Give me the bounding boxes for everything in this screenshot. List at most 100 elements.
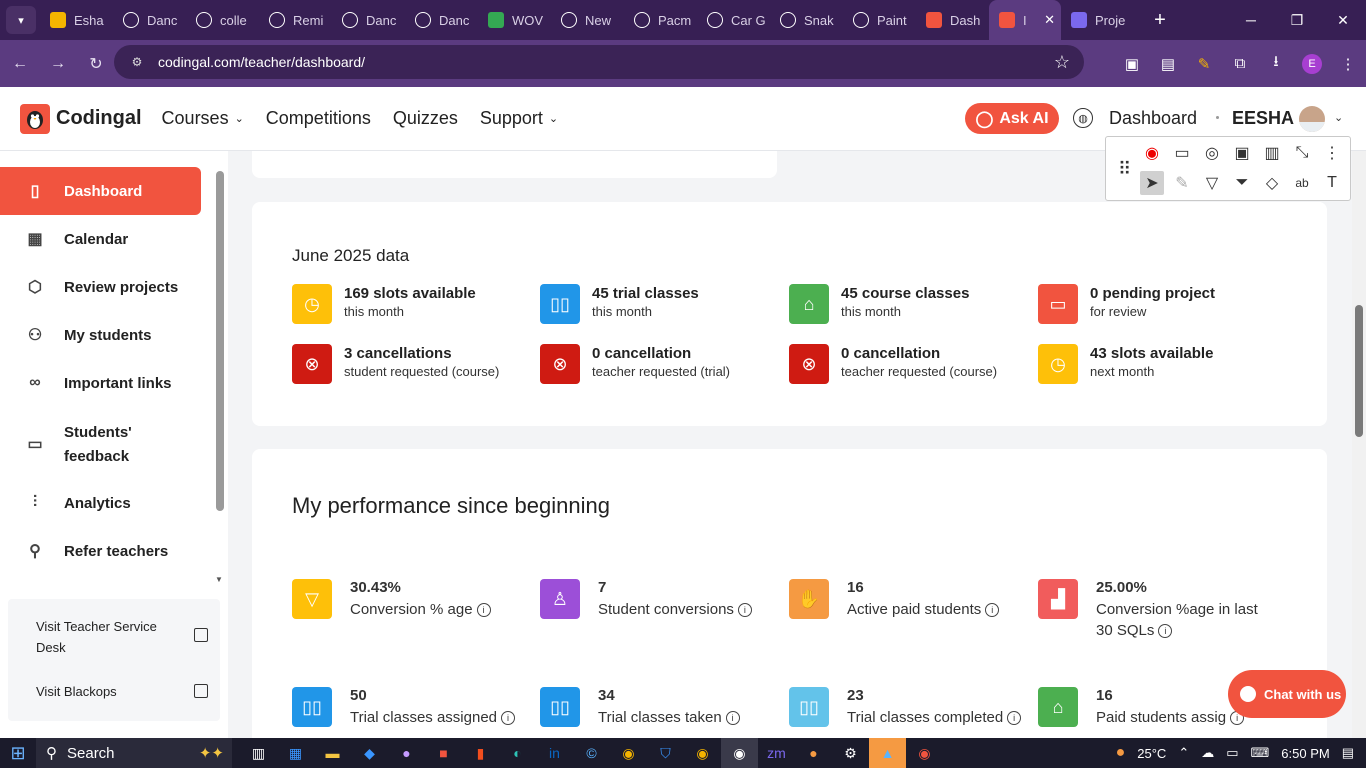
browser-tab[interactable]: Car G (697, 0, 770, 40)
extension-icon[interactable]: ▣ (1114, 55, 1150, 73)
drag-handle-icon[interactable]: ⠿ (1118, 159, 1131, 180)
eye-icon[interactable]: ◎ (1200, 141, 1224, 165)
info-icon[interactable]: i (725, 711, 740, 726)
linkedin-icon[interactable]: in (536, 738, 573, 768)
keyboard-icon[interactable]: ⌨ (1251, 745, 1270, 761)
ask-ai-button[interactable]: ◯ Ask AI (965, 103, 1059, 134)
browser-tab[interactable]: New (551, 0, 624, 40)
chrome-icon[interactable]: ◉ (906, 738, 943, 768)
weather-temp[interactable]: 25°C (1137, 746, 1166, 761)
reload-button[interactable]: ↻ (78, 46, 114, 82)
brave-icon[interactable]: ◉ (684, 738, 721, 768)
settings-icon[interactable]: ⚙ (832, 738, 869, 768)
pencil-extension-icon[interactable]: ✎ (1186, 55, 1222, 73)
collapse-icon[interactable]: ⤡ (1290, 141, 1314, 165)
minimize-button[interactable]: ─ (1228, 0, 1274, 40)
sidebar-scrollbar[interactable] (216, 171, 224, 511)
browser-tab[interactable]: Pacm (624, 0, 697, 40)
chrome-active-icon[interactable]: ◉ (721, 738, 758, 768)
visit-blackops-link[interactable]: Visit Blackops (36, 681, 176, 702)
text-erase-icon[interactable]: ab (1290, 171, 1314, 195)
file-explorer-icon[interactable]: ▬ (314, 738, 351, 768)
browser-menu-icon[interactable]: ⋮ (1330, 55, 1366, 73)
browser-tab[interactable]: Remi (259, 0, 332, 40)
highlighter-icon[interactable]: ▽ (1200, 171, 1224, 195)
network-icon[interactable]: ☁ (1201, 745, 1214, 761)
github-icon[interactable]: ● (388, 738, 425, 768)
close-window-button[interactable]: ✕ (1320, 0, 1366, 40)
copyright-app-icon[interactable]: © (573, 738, 610, 768)
puzzle-icon[interactable]: ⧉ (1222, 55, 1258, 72)
browser-tab[interactable]: I ✕ (989, 0, 1061, 40)
extension-icon[interactable]: ▤ (1150, 55, 1186, 73)
trash-icon[interactable]: ▥ (1260, 141, 1284, 165)
zoom-icon[interactable]: zm (758, 738, 795, 768)
info-icon[interactable]: i (501, 711, 516, 726)
more-icon[interactable]: ⋮ (1320, 141, 1344, 165)
download-icon[interactable]: ⭳ (1258, 51, 1294, 76)
windows-start-icon[interactable]: ⊞ (0, 738, 36, 768)
bookmark-star-icon[interactable]: ☆ (1054, 52, 1070, 73)
sidebar-item-dashboard[interactable]: ▯ Dashboard (0, 167, 201, 215)
sidebar-item-my-students[interactable]: ⚇ My students (0, 311, 201, 359)
record-icon[interactable]: ◉ (1140, 141, 1164, 165)
sidebar-item-calendar[interactable]: ▦ Calendar (0, 215, 201, 263)
shield-icon[interactable]: ⛉ (647, 738, 684, 768)
chrome-icon[interactable]: ◉ (610, 738, 647, 768)
tab-search-button[interactable]: ▾ (6, 6, 36, 34)
browser-tab[interactable]: Danc (113, 0, 186, 40)
info-icon[interactable]: i (737, 603, 752, 618)
sidebar-item-important-links[interactable]: ∞ Important links (0, 359, 201, 407)
text-tool-icon[interactable]: T (1320, 171, 1344, 195)
user-name[interactable]: EESHA (1232, 108, 1294, 129)
pen-icon[interactable]: ✎ (1170, 171, 1194, 195)
browser-tab[interactable]: Danc (405, 0, 478, 40)
store-icon[interactable]: ▦ (277, 738, 314, 768)
app-orange-icon[interactable]: ● (795, 738, 832, 768)
external-link-icon[interactable] (194, 684, 208, 698)
browser-tab[interactable]: Paint (843, 0, 916, 40)
browser-tab[interactable]: WOV (478, 0, 551, 40)
globe-icon[interactable]: ◍ (1073, 108, 1093, 128)
browser-tab[interactable]: Dash (916, 0, 989, 40)
nav-support[interactable]: Support ⌄ (480, 108, 558, 129)
page-scrollbar[interactable] (1352, 151, 1366, 738)
nav-competitions[interactable]: Competitions (266, 108, 371, 129)
chat-with-us-button[interactable]: Chat with us (1228, 670, 1346, 718)
header-dashboard-link[interactable]: Dashboard (1109, 108, 1197, 129)
tray-chevron-icon[interactable]: ⌃ (1178, 745, 1189, 761)
clock-time[interactable]: 6:50 PM (1281, 746, 1329, 761)
app-icon[interactable]: ■ (425, 738, 462, 768)
external-link-icon[interactable] (194, 628, 208, 642)
new-tab-button[interactable]: + (1148, 9, 1172, 32)
nav-courses[interactable]: Courses ⌄ (162, 108, 244, 129)
visit-teacher-service-desk-link[interactable]: Visit Teacher Service Desk (36, 616, 176, 658)
site-info-icon[interactable]: ⚙ (126, 51, 148, 73)
close-tab-icon[interactable]: ✕ (1044, 12, 1055, 28)
browser-tab[interactable]: Snak (770, 0, 843, 40)
marker-icon[interactable]: ⏷ (1230, 171, 1254, 195)
info-icon[interactable]: i (1158, 624, 1173, 639)
user-avatar[interactable] (1299, 106, 1325, 132)
nav-quizzes[interactable]: Quizzes (393, 108, 458, 129)
sidebar-item-students-feedback[interactable]: ▭ Students' feedback (0, 417, 201, 473)
sidebar-item-review-projects[interactable]: ⬡ Review projects (0, 263, 201, 311)
vscode-icon[interactable]: ◆ (351, 738, 388, 768)
brand-logo[interactable]: Codingal (20, 103, 142, 134)
edge-icon[interactable]: ◐ (499, 738, 536, 768)
notification-icon[interactable]: ▤ (1342, 745, 1354, 761)
maximize-button[interactable]: ❐ (1274, 0, 1320, 40)
battery-icon[interactable]: ▭ (1226, 745, 1238, 761)
taskbar-search[interactable]: ⚲ Search ✦✦ (36, 738, 232, 768)
address-bar[interactable]: ⚙ codingal.com/teacher/dashboard/ ☆ (114, 45, 1084, 79)
task-view-icon[interactable]: ▥ (240, 738, 277, 768)
info-icon[interactable]: i (1007, 711, 1022, 726)
save-icon[interactable]: ▣ (1230, 141, 1254, 165)
browser-tab[interactable]: Danc (332, 0, 405, 40)
page-scroll-thumb[interactable] (1355, 305, 1363, 437)
weather-icon[interactable]: ● (1116, 744, 1126, 762)
browser-tab[interactable]: colle (186, 0, 259, 40)
profile-avatar[interactable]: E (1302, 53, 1322, 74)
cursor-icon[interactable]: ➤ (1140, 171, 1164, 195)
sidebar-item-refer-teachers[interactable]: ⚲ Refer teachers (0, 527, 201, 575)
